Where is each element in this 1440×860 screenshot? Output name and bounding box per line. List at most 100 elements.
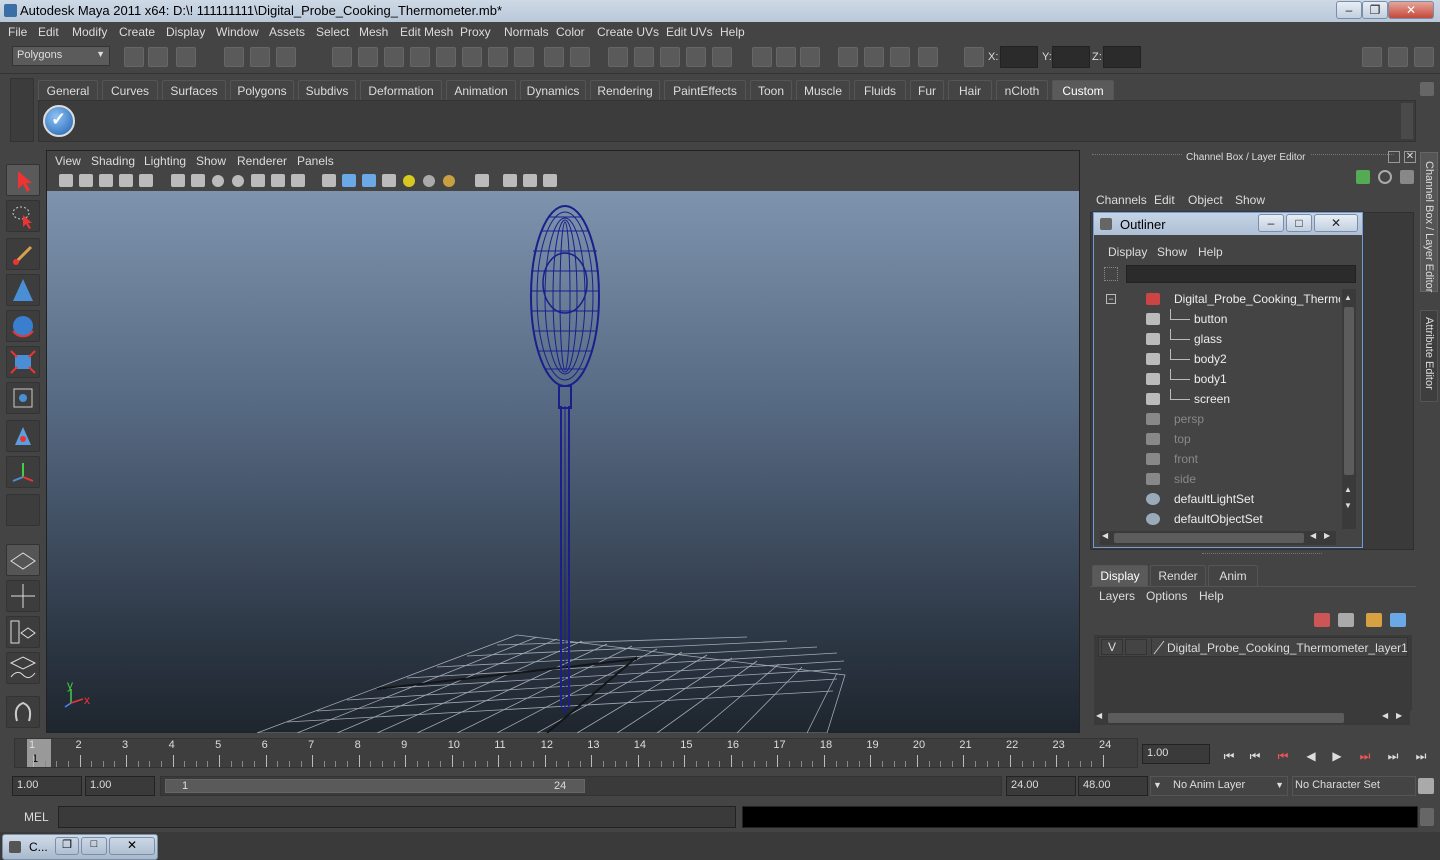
window-title-bar[interactable]: Autodesk Maya 2011 x64: D:\! 111111111\D… — [0, 0, 1440, 22]
layer-tab-anim[interactable]: Anim — [1208, 565, 1258, 586]
object-menu[interactable]: Object — [1188, 193, 1223, 207]
close-panel-icon[interactable]: ✕ — [1404, 151, 1416, 163]
custom-shelf-check-icon[interactable]: ✓ — [43, 105, 75, 137]
z-field[interactable] — [1103, 46, 1141, 68]
collapse-icon[interactable]: − — [1106, 294, 1116, 304]
layer-row[interactable]: V Digital_Probe_Cooking_Thermometer_laye… — [1098, 637, 1408, 657]
viewport-menu-renderer[interactable]: Renderer — [237, 154, 287, 168]
scroll-up-2-icon[interactable]: ▲ — [1344, 485, 1354, 497]
new-layer-selected-icon[interactable] — [1390, 613, 1406, 627]
viewport-menu-show[interactable]: Show — [196, 154, 226, 168]
toggle-channel-box-icon[interactable] — [1362, 47, 1382, 67]
viewport-panel[interactable]: View Shading Lighting Show Renderer Pane… — [46, 150, 1080, 734]
outliner-item[interactable]: Digital_Probe_Cooking_Thermome − — [1100, 289, 1340, 309]
new-layer-icon[interactable] — [1366, 613, 1382, 627]
toggle-tool-settings-icon[interactable] — [1414, 47, 1434, 67]
show-manipulator-icon[interactable] — [6, 456, 40, 488]
menu-window[interactable]: Window — [216, 25, 259, 39]
playback-start-field[interactable]: 1.00 — [85, 776, 155, 796]
outliner-item[interactable]: defaultObjectSet — [1100, 509, 1340, 529]
outliner-vscrollbar[interactable]: ▲ ▲ ▼ — [1342, 289, 1356, 529]
construction-history-icon[interactable] — [634, 47, 654, 67]
outliner-menu-display[interactable]: Display — [1108, 245, 1147, 259]
minimized-maximize-button[interactable]: □ — [81, 837, 107, 855]
go-to-end-icon[interactable]: ⏭ — [1410, 746, 1432, 766]
viewport-menu-lighting[interactable]: Lighting — [144, 154, 186, 168]
scroll-right-icon[interactable]: ▶ — [1324, 531, 1330, 540]
current-time-field[interactable]: 1.00 — [1142, 744, 1210, 764]
render-settings-icon[interactable] — [712, 47, 732, 67]
new-scene-icon[interactable] — [124, 47, 144, 67]
play-forwards-icon[interactable]: ▶ — [1326, 746, 1348, 766]
history-icon[interactable] — [608, 47, 628, 67]
menu-create-uvs[interactable]: Create UVs — [597, 25, 659, 39]
toggle-attribute-editor-icon[interactable] — [1388, 47, 1408, 67]
shelf-menu-handle[interactable] — [10, 78, 34, 142]
universal-manipulator-icon[interactable] — [6, 382, 40, 414]
x-field[interactable] — [1000, 46, 1038, 68]
command-input[interactable] — [58, 806, 736, 828]
minimized-window[interactable]: C... ❐ □ ✕ — [2, 834, 158, 860]
layer-tab-render[interactable]: Render — [1150, 565, 1206, 586]
shelf-tab-animation[interactable]: Animation — [446, 80, 516, 101]
select-highlight-icon[interactable] — [570, 47, 590, 67]
open-scene-icon[interactable] — [148, 47, 168, 67]
minimized-restore-button[interactable]: ❐ — [55, 837, 79, 855]
layer-tab-display[interactable]: Display — [1092, 565, 1148, 586]
move-tool-icon[interactable] — [6, 274, 40, 306]
render-view-icon[interactable] — [838, 47, 858, 67]
play-backwards-icon[interactable]: ◀ — [1300, 746, 1322, 766]
minimized-close-button[interactable]: ✕ — [109, 837, 155, 855]
step-back-key-icon[interactable]: ⏮ — [1272, 746, 1294, 766]
render-globals-icon[interactable] — [918, 47, 938, 67]
menu-select[interactable]: Select — [316, 25, 349, 39]
shelf-tab-fur[interactable]: Fur — [910, 80, 944, 101]
select-mask-2-icon[interactable] — [488, 47, 508, 67]
shelf-tab-painteffects[interactable]: PaintEffects — [664, 80, 746, 101]
manipulator-icon[interactable] — [1356, 170, 1370, 184]
filter-icon[interactable] — [1104, 267, 1118, 281]
end-time-field[interactable]: 48.00 — [1078, 776, 1148, 796]
menu-proxy[interactable]: Proxy — [460, 25, 491, 39]
shelf-tab-surfaces[interactable]: Surfaces — [162, 80, 226, 101]
playback-end-field[interactable]: 24.00 — [1006, 776, 1076, 796]
outliner-minimize-button[interactable]: – — [1258, 214, 1284, 232]
menu-help[interactable]: Help — [720, 25, 745, 39]
transform-mode-icon[interactable] — [964, 47, 984, 67]
shelf-tab-toon[interactable]: Toon — [750, 80, 792, 101]
soft-modification-icon[interactable] — [6, 420, 40, 452]
layer-visibility-toggle[interactable]: V — [1101, 639, 1123, 655]
hypershade-icon[interactable] — [6, 696, 40, 728]
outliner-scroll-thumb[interactable] — [1344, 307, 1354, 475]
close-button[interactable]: ✕ — [1388, 1, 1434, 19]
shelf-tab-rendering[interactable]: Rendering — [590, 80, 660, 101]
single-perspective-layout-icon[interactable] — [6, 544, 40, 576]
channels-menu[interactable]: Channels — [1096, 193, 1147, 207]
shelf-tab-dynamics[interactable]: Dynamics — [520, 80, 586, 101]
scroll-up-icon[interactable]: ▲ — [1344, 293, 1354, 305]
outliner-item[interactable]: screen — [1100, 389, 1340, 409]
range-slider-handle[interactable]: 1 24 — [165, 779, 585, 793]
outliner-hscroll-thumb[interactable] — [1114, 533, 1304, 543]
layer-scroll-left-icon[interactable]: ◀ — [1096, 711, 1102, 720]
preferences-icon[interactable] — [1418, 778, 1434, 794]
ipr-icon[interactable] — [660, 47, 680, 67]
outliner-item[interactable]: defaultLightSet — [1100, 489, 1340, 509]
scroll-left-2-icon[interactable]: ◀ — [1310, 531, 1316, 540]
outliner-item[interactable]: side — [1100, 469, 1340, 489]
render-icon[interactable] — [686, 47, 706, 67]
lock-icon[interactable] — [544, 47, 564, 67]
shelf-tab-subdivs[interactable]: Subdivs — [298, 80, 356, 101]
character-set-dropdown[interactable]: No Character Set — [1292, 776, 1416, 796]
move-layer-up-icon[interactable] — [1314, 613, 1330, 627]
shelf-tab-fluids[interactable]: Fluids — [854, 80, 906, 101]
menu-assets[interactable]: Assets — [269, 25, 305, 39]
layer-type-toggle[interactable] — [1125, 639, 1147, 655]
step-forward-frame-icon[interactable]: ⏭ — [1382, 746, 1404, 766]
menu-display[interactable]: Display — [166, 25, 205, 39]
ipr-render-icon[interactable] — [890, 47, 910, 67]
save-scene-icon[interactable] — [176, 47, 196, 67]
3d-scene-view[interactable]: y x — [47, 191, 1079, 734]
snap-live-icon[interactable] — [436, 47, 456, 67]
script-editor-icon[interactable] — [1420, 808, 1434, 826]
